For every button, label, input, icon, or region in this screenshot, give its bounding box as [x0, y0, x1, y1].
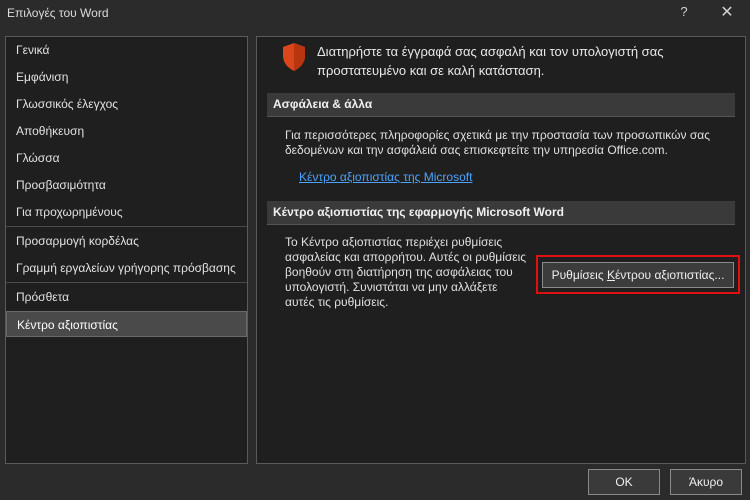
sidebar-item-general[interactable]: Γενικά — [6, 37, 247, 63]
sidebar-divider — [6, 226, 247, 227]
options-sidebar: Γενικά Εμφάνιση Γλωσσικός έλεγχος Αποθήκ… — [5, 36, 248, 464]
button-label-accelerator: Κ — [606, 268, 615, 282]
shield-icon — [283, 43, 305, 71]
security-description: Για περισσότερες πληροφορίες σχετικά με … — [285, 128, 710, 157]
title-bar: Επιλογές του Word ? ✕ — [0, 0, 750, 28]
help-icon[interactable]: ? — [677, 4, 691, 19]
page-description: Διατηρήστε τα έγγραφά σας ασφαλή και τον… — [317, 44, 664, 78]
sidebar-divider — [6, 282, 247, 283]
microsoft-trust-center-link[interactable]: Κέντρο αξιοπιστίας της Microsoft — [299, 170, 472, 184]
sidebar-item-advanced[interactable]: Για προχωρημένους — [6, 199, 247, 225]
word-options-dialog: Επιλογές του Word ? ✕ Γενικά Εμφάνιση Γλ… — [0, 0, 750, 500]
sidebar-item-display[interactable]: Εμφάνιση — [6, 64, 247, 90]
sidebar-item-trust-center[interactable]: Κέντρο αξιοπιστίας — [6, 311, 247, 337]
section-heading-trust-center: Κέντρο αξιοπιστίας της εφαρμογής Microso… — [267, 201, 735, 225]
ok-button[interactable]: OK — [588, 469, 660, 495]
sidebar-item-add-ins[interactable]: Πρόσθετα — [6, 284, 247, 310]
sidebar-item-save[interactable]: Αποθήκευση — [6, 118, 247, 144]
sidebar-item-language[interactable]: Γλώσσα — [6, 145, 247, 171]
sidebar-item-accessibility[interactable]: Προσβασιμότητα — [6, 172, 247, 198]
trust-center-panel: Διατηρήστε τα έγγραφά σας ασφαλή και τον… — [256, 36, 746, 464]
sidebar-item-customize-ribbon[interactable]: Προσαρμογή κορδέλας — [6, 228, 247, 254]
trust-center-description: Το Κέντρο αξιοπιστίας περιέχει ρυθμίσεις… — [285, 235, 527, 309]
button-label-start: Ρυθμίσεις — [551, 268, 607, 282]
close-icon[interactable]: ✕ — [718, 2, 736, 22]
cancel-button[interactable]: Άκυρο — [670, 469, 742, 495]
window-title: Επιλογές του Word — [7, 6, 109, 20]
sidebar-item-quick-access-toolbar[interactable]: Γραμμή εργαλείων γρήγορης πρόσβασης — [6, 255, 247, 281]
trust-center-settings-button[interactable]: Ρυθμίσεις Κέντρου αξιοπιστίας... — [542, 262, 734, 288]
sidebar-item-proofing[interactable]: Γλωσσικός έλεγχος — [6, 91, 247, 117]
button-label-end: έντρου αξιοπιστίας... — [614, 268, 725, 282]
section-heading-security: Ασφάλεια & άλλα — [267, 93, 735, 117]
